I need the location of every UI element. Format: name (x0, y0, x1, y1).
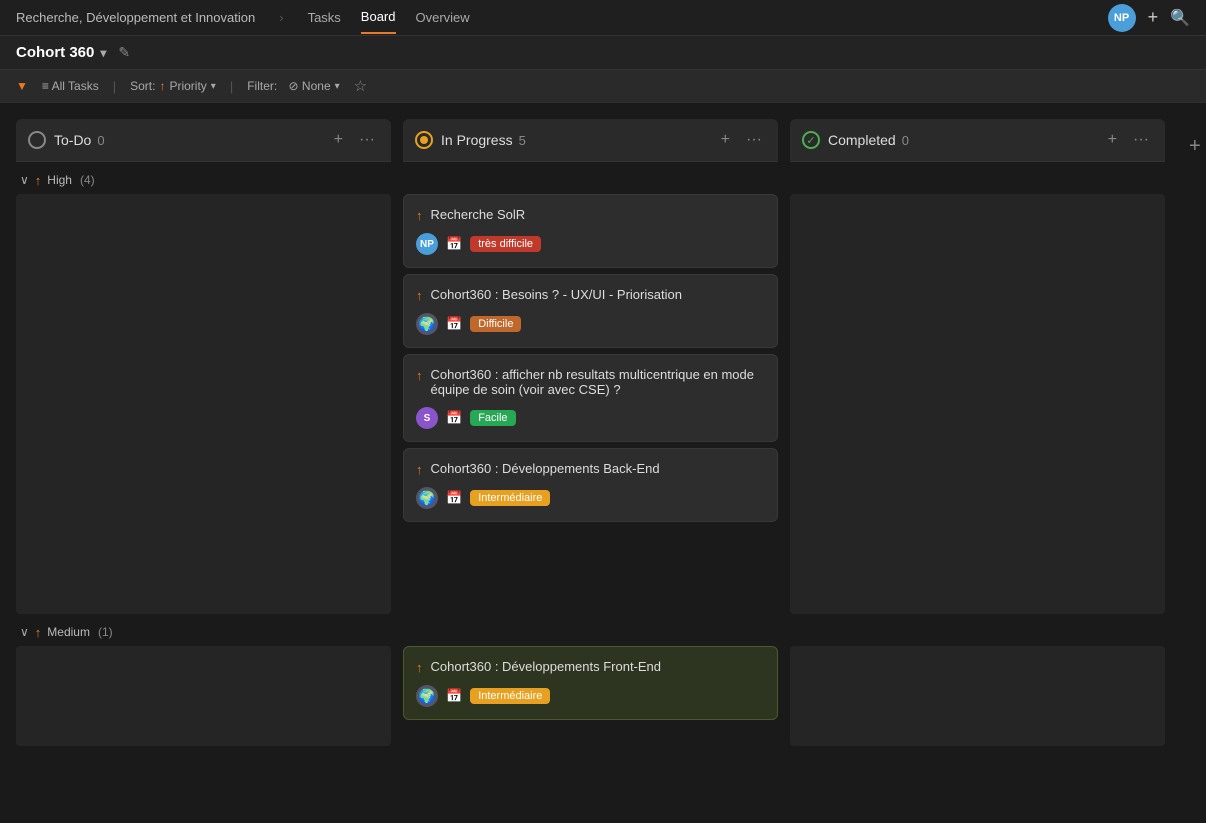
group-high-label: High (47, 173, 72, 187)
card-title: ↑ Cohort360 : Développements Front-End (416, 659, 765, 675)
avatar: 🌍 (416, 487, 438, 509)
medium-completed-col (790, 646, 1165, 746)
search-icon[interactable]: 🔍 (1170, 8, 1190, 28)
todo-column-title: To-Do 0 (54, 132, 322, 148)
calendar-icon: 📅 (446, 490, 462, 506)
inprogress-add-button[interactable]: + (717, 129, 734, 151)
filter-bar: ▼ ≡ All Tasks | Sort: ↑ Priority ▾ | Fil… (0, 70, 1206, 103)
todo-column-header: To-Do 0 + ··· (16, 119, 391, 162)
high-priority-icon: ↑ (35, 173, 42, 188)
star-button[interactable]: ☆ (354, 77, 367, 95)
card-title: ↑ Cohort360 : afficher nb resultats mult… (416, 367, 765, 397)
group-medium-label: Medium (47, 625, 90, 639)
breadcrumb: Recherche, Développement et Innovation (16, 10, 255, 25)
priority-icon: ↑ (416, 368, 423, 383)
inprogress-column-header: In Progress 5 + ··· (403, 119, 778, 162)
group-medium-header[interactable]: ∨ ↑ Medium (1) (16, 618, 1190, 646)
all-tasks-button[interactable]: ≡ All Tasks (42, 79, 99, 93)
card-meta: 🌍 📅 Difficile (416, 313, 765, 335)
completed-add-button[interactable]: + (1104, 129, 1121, 151)
high-inprogress-col: ↑ Recherche SolR NP 📅 très difficile ↑ (403, 194, 778, 528)
todo-col-actions: + ··· (330, 129, 379, 151)
todo-column-header-wrapper: To-Do 0 + ··· (16, 119, 391, 162)
inprogress-column-header-wrapper: In Progress 5 + ··· (403, 119, 778, 162)
filter-none-button[interactable]: Filter: ⊘ None ▾ (247, 79, 339, 93)
completed-more-button[interactable]: ··· (1129, 129, 1153, 151)
group-high-header[interactable]: ∨ ↑ High (4) (16, 166, 1190, 194)
project-name[interactable]: Cohort 360 ▾ (16, 44, 106, 61)
column-headers-row: To-Do 0 + ··· In Progress 5 (16, 119, 1190, 166)
calendar-icon: 📅 (446, 236, 462, 252)
tab-overview[interactable]: Overview (416, 2, 470, 33)
card-cohort360-besoins[interactable]: ↑ Cohort360 : Besoins ? - UX/UI - Priori… (403, 274, 778, 348)
medium-priority-icon: ↑ (35, 625, 42, 640)
priority-icon: ↑ (416, 208, 423, 223)
project-dropdown-arrow[interactable]: ▾ (100, 46, 106, 60)
difficulty-tag: Intermédiaire (470, 490, 550, 506)
card-recherche-solr[interactable]: ↑ Recherche SolR NP 📅 très difficile (403, 194, 778, 268)
tab-tasks[interactable]: Tasks (308, 2, 341, 33)
board-container: To-Do 0 + ··· In Progress 5 (0, 103, 1206, 812)
priority-icon: ↑ (416, 288, 423, 303)
group-medium-count: (1) (98, 625, 113, 639)
completed-column-header-wrapper: ✓ Completed 0 + ··· (790, 119, 1165, 162)
inprogress-col-actions: + ··· (717, 129, 766, 151)
medium-columns-row: ↑ Cohort360 : Développements Front-End 🌍… (16, 646, 1190, 746)
card-meta: 🌍 📅 Intermédiaire (416, 685, 765, 707)
card-cohort360-resultats[interactable]: ↑ Cohort360 : afficher nb resultats mult… (403, 354, 778, 442)
edit-icon[interactable]: ✎ (118, 44, 130, 61)
card-meta: NP 📅 très difficile (416, 233, 765, 255)
card-meta: 🌍 📅 Intermédiaire (416, 487, 765, 509)
user-avatar[interactable]: NP (1108, 4, 1136, 32)
completed-status-icon: ✓ (802, 131, 820, 149)
card-cohort360-backend[interactable]: ↑ Cohort360 : Développements Back-End 🌍 … (403, 448, 778, 522)
difficulty-tag: Facile (470, 410, 515, 426)
group-medium: ∨ ↑ Medium (1) ↑ Cohort360 : Développeme… (16, 618, 1190, 746)
high-todo-col (16, 194, 391, 614)
todo-add-button[interactable]: + (330, 129, 347, 151)
avatar: 🌍 (416, 313, 438, 335)
high-columns-row: ↑ Recherche SolR NP 📅 très difficile ↑ (16, 194, 1190, 614)
priority-icon: ↑ (416, 462, 423, 477)
calendar-icon: 📅 (446, 316, 462, 332)
group-high-count: (4) (80, 173, 95, 187)
card-meta: S 📅 Facile (416, 407, 765, 429)
card-title: ↑ Recherche SolR (416, 207, 765, 223)
calendar-icon: 📅 (446, 688, 462, 704)
filter-button[interactable]: ▼ (16, 79, 28, 93)
card-cohort360-frontend[interactable]: ↑ Cohort360 : Développements Front-End 🌍… (403, 646, 778, 720)
difficulty-tag: Intermédiaire (470, 688, 550, 704)
top-nav: Recherche, Développement et Innovation ›… (0, 0, 1206, 36)
medium-inprogress-col: ↑ Cohort360 : Développements Front-End 🌍… (403, 646, 778, 726)
inprogress-more-button[interactable]: ··· (742, 129, 766, 151)
difficulty-tag: très difficile (470, 236, 541, 252)
add-icon[interactable]: + (1148, 7, 1159, 28)
sort-button[interactable]: Sort: ↑ Priority ▾ (130, 79, 216, 93)
completed-column-title: Completed 0 (828, 132, 1096, 148)
add-column-button[interactable]: + (1181, 127, 1206, 166)
group-high: ∨ ↑ High (4) ↑ Recherche SolR (16, 166, 1190, 614)
priority-icon: ↑ (416, 660, 423, 675)
card-title: ↑ Cohort360 : Besoins ? - UX/UI - Priori… (416, 287, 765, 303)
project-toolbar: Cohort 360 ▾ ✎ (0, 36, 1206, 70)
difficulty-tag: Difficile (470, 316, 521, 332)
group-collapse-icon: ∨ (20, 173, 29, 187)
avatar: 🌍 (416, 685, 438, 707)
completed-column-header: ✓ Completed 0 + ··· (790, 119, 1165, 162)
group-collapse-icon: ∨ (20, 625, 29, 639)
card-title: ↑ Cohort360 : Développements Back-End (416, 461, 765, 477)
board-area: To-Do 0 + ··· In Progress 5 (16, 119, 1190, 750)
completed-col-actions: + ··· (1104, 129, 1153, 151)
inprogress-status-icon (415, 131, 433, 149)
todo-more-button[interactable]: ··· (355, 129, 379, 151)
inprogress-column-title: In Progress 5 (441, 132, 709, 148)
avatar: S (416, 407, 438, 429)
tab-board[interactable]: Board (361, 1, 396, 34)
calendar-icon: 📅 (446, 410, 462, 426)
todo-status-icon (28, 131, 46, 149)
high-completed-col (790, 194, 1165, 614)
medium-todo-col (16, 646, 391, 746)
avatar: NP (416, 233, 438, 255)
